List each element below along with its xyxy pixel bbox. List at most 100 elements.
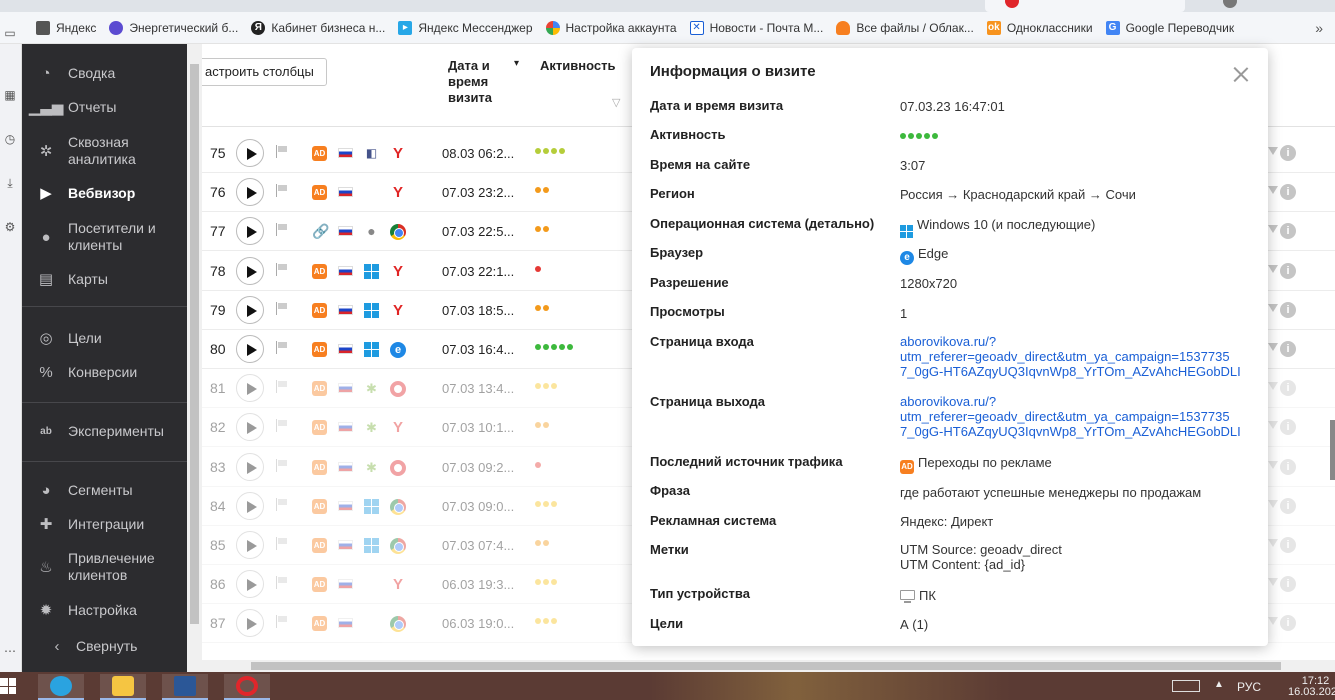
- flag-icon[interactable]: [276, 537, 288, 550]
- info-icon[interactable]: i: [1280, 341, 1296, 357]
- flag-icon[interactable]: [276, 458, 288, 472]
- play-button[interactable]: [236, 256, 264, 285]
- play-button[interactable]: [236, 609, 264, 638]
- filter-icon[interactable]: [1268, 264, 1278, 273]
- filter-icon[interactable]: [1268, 382, 1278, 391]
- play-button[interactable]: [236, 413, 264, 442]
- play-button[interactable]: [236, 139, 264, 167]
- download-icon[interactable]: ⤓: [3, 176, 17, 190]
- nav-item-end-to-end-analytics[interactable]: ✲ Сквозная аналитика: [22, 132, 187, 170]
- bookmark-item[interactable]: Я Кабинет бизнеса н...: [251, 20, 385, 35]
- nav-item-maps[interactable]: ▤ Карты: [22, 268, 187, 290]
- taskbar-telegram[interactable]: [38, 674, 84, 700]
- start-button[interactable]: [0, 678, 16, 694]
- bookmarks-more-button[interactable]: »: [1315, 20, 1323, 36]
- nav-item-summary[interactable]: ◔ Сводка: [22, 62, 187, 84]
- info-icon[interactable]: i: [1280, 145, 1296, 161]
- bookmark-item[interactable]: Настройка аккаунта: [545, 20, 677, 35]
- play-button[interactable]: [236, 531, 264, 559]
- nav-item-settings[interactable]: ✹ Настройка: [22, 599, 187, 621]
- column-header-date[interactable]: Дата и время визита: [448, 58, 508, 106]
- filter-icon[interactable]: [1268, 343, 1278, 351]
- bookmark-item[interactable]: ▸ Яндекс Мессенджер: [398, 20, 533, 35]
- sidebar-scrollbar[interactable]: [187, 44, 202, 660]
- flag-icon[interactable]: [276, 419, 288, 433]
- taskbar-opera[interactable]: [224, 674, 270, 700]
- profile-icon[interactable]: [1223, 0, 1237, 8]
- play-button[interactable]: [236, 570, 264, 599]
- play-button[interactable]: [236, 217, 264, 246]
- column-header-activity[interactable]: Активность: [540, 58, 615, 73]
- filter-icon[interactable]: [1268, 578, 1278, 587]
- exit-page-link[interactable]: aborovikova.ru/? utm_referer=geoadv_dire…: [900, 394, 1252, 439]
- more-icon[interactable]: ⋯: [3, 644, 17, 658]
- nav-item-experiments[interactable]: ab Эксперименты: [22, 420, 187, 442]
- close-icon[interactable]: [1232, 66, 1250, 84]
- filter-icon[interactable]: [1268, 499, 1278, 508]
- clock[interactable]: 17:12 16.03.2023: [1288, 676, 1335, 698]
- flag-icon[interactable]: [276, 380, 288, 394]
- flag-icon[interactable]: [276, 497, 288, 511]
- filter-icon[interactable]: [1268, 147, 1278, 155]
- play-button[interactable]: [236, 295, 264, 324]
- nav-item-goals[interactable]: ◎ Цели: [22, 327, 187, 349]
- info-icon[interactable]: i: [1280, 537, 1296, 553]
- play-button[interactable]: [236, 374, 264, 403]
- grid-icon[interactable]: ▦: [3, 88, 17, 102]
- filter-icon[interactable]: [1268, 303, 1278, 312]
- info-icon[interactable]: i: [1280, 419, 1296, 436]
- filter-icon[interactable]: [1268, 460, 1278, 469]
- bookmark-item[interactable]: Энергетический б...: [109, 20, 238, 35]
- info-icon[interactable]: i: [1280, 223, 1296, 240]
- info-icon[interactable]: i: [1280, 380, 1296, 397]
- flag-icon[interactable]: [276, 223, 288, 237]
- flag-icon[interactable]: [276, 262, 288, 276]
- taskbar-explorer[interactable]: [100, 674, 146, 700]
- tab-icon[interactable]: ▭: [3, 26, 17, 40]
- info-icon[interactable]: i: [1280, 458, 1296, 475]
- info-icon[interactable]: i: [1280, 576, 1296, 593]
- tray-expand-icon[interactable]: ▲: [1214, 679, 1224, 690]
- bookmark-item[interactable]: ok Одноклассники: [986, 20, 1093, 35]
- flag-icon[interactable]: [276, 576, 288, 590]
- flag-icon[interactable]: [276, 341, 288, 354]
- play-button[interactable]: [236, 491, 264, 520]
- scrollbar-thumb[interactable]: [190, 64, 199, 624]
- page-scrollbar[interactable]: [1330, 420, 1335, 480]
- nav-item-integrations[interactable]: ✚ Интеграции: [22, 513, 187, 535]
- info-icon[interactable]: i: [1280, 497, 1296, 514]
- taskbar-word[interactable]: [162, 674, 208, 700]
- play-button[interactable]: [236, 452, 264, 481]
- filter-icon[interactable]: [1268, 421, 1278, 430]
- bookmark-item[interactable]: G Google Переводчик: [1105, 20, 1234, 35]
- history-icon[interactable]: ◷: [3, 132, 17, 146]
- play-button[interactable]: [236, 178, 264, 207]
- bookmark-item[interactable]: Все файлы / Облак...: [836, 20, 974, 35]
- nav-collapse-button[interactable]: ‹ Свернуть: [22, 635, 187, 657]
- bookmark-item[interactable]: ✕ Новости - Почта М...: [689, 20, 823, 35]
- info-icon[interactable]: i: [1280, 301, 1296, 318]
- nav-item-visitors[interactable]: ● Посетители и клиенты: [22, 218, 187, 256]
- info-icon[interactable]: i: [1280, 615, 1296, 632]
- info-icon[interactable]: i: [1280, 262, 1296, 279]
- configure-columns-button[interactable]: астроить столбцы: [202, 58, 327, 86]
- flag-icon[interactable]: [276, 615, 288, 629]
- flag-icon[interactable]: [276, 184, 288, 198]
- filter-icon[interactable]: [1268, 225, 1278, 234]
- nav-item-conversions[interactable]: % Конверсии: [22, 361, 187, 383]
- play-button[interactable]: [236, 335, 264, 363]
- flag-icon[interactable]: [276, 301, 288, 315]
- flag-icon[interactable]: [276, 145, 288, 158]
- nav-item-webvisor[interactable]: ▶ Вебвизор: [22, 182, 187, 204]
- filter-icon[interactable]: [1268, 617, 1278, 626]
- bookmark-item[interactable]: Яндекс: [36, 20, 96, 35]
- nav-item-acquisition[interactable]: ♨ Привлечение клиентов: [22, 548, 187, 586]
- info-icon[interactable]: i: [1280, 184, 1296, 201]
- filter-icon[interactable]: [1268, 539, 1278, 547]
- settings-icon[interactable]: ⚙: [3, 220, 17, 234]
- nav-item-reports[interactable]: ▁▃▅ Отчеты: [22, 96, 187, 118]
- sort-desc-icon[interactable]: ▾: [514, 58, 519, 69]
- horizontal-scrollbar[interactable]: [187, 660, 1335, 672]
- language-indicator[interactable]: РУС: [1237, 680, 1261, 694]
- scrollbar-thumb[interactable]: [251, 662, 1281, 670]
